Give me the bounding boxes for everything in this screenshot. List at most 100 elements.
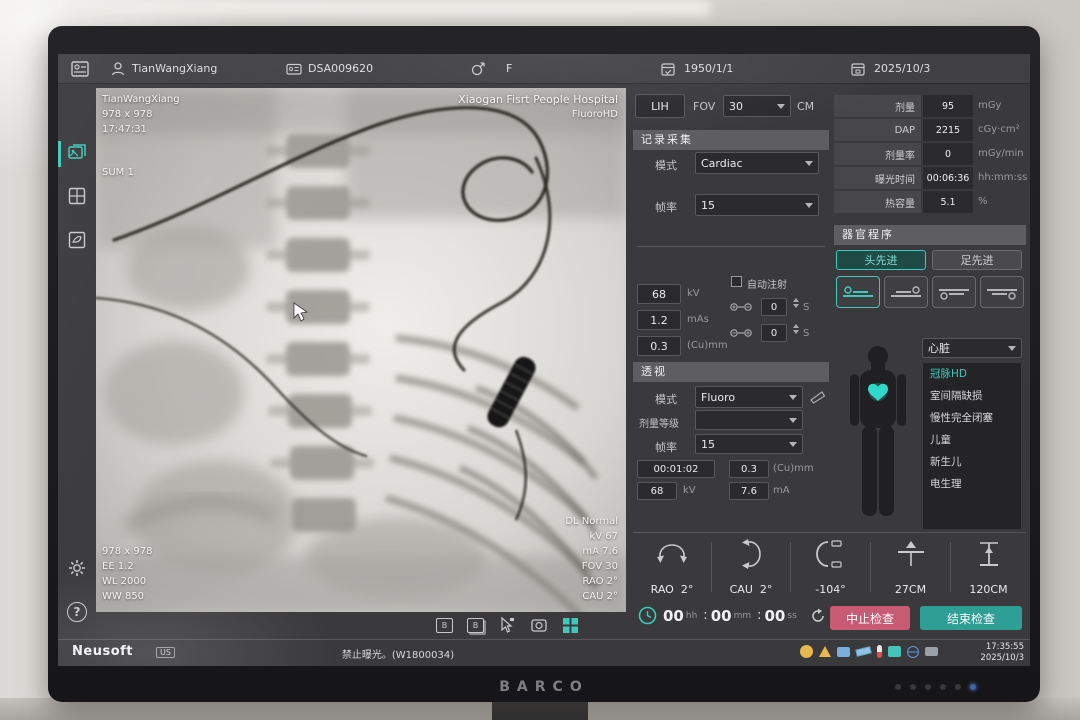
position-prone-head-left-button[interactable] (932, 276, 976, 308)
osd-button[interactable] (955, 684, 961, 690)
inject-unit-1: S (803, 302, 809, 313)
gear-icon[interactable] (67, 558, 87, 578)
gantry-value: 27CM (895, 583, 926, 596)
dose-row-label: 剂量率 (834, 143, 921, 165)
overlay-line: mA 7.6 (565, 544, 618, 559)
printer-icon[interactable] (837, 647, 850, 657)
dose-row-value: 2215 (923, 119, 973, 141)
dose-row-label: DAP (834, 119, 921, 141)
store-loop-icon[interactable]: B (467, 618, 484, 633)
program-item[interactable]: 新生儿 (923, 451, 1021, 473)
program-item[interactable]: 慢性完全闭塞 (923, 407, 1021, 429)
dose-row-unit: hh:mm:ss (978, 172, 1027, 183)
abort-exam-button[interactable]: 中止检查 (830, 606, 910, 630)
lih-button[interactable]: LIH (635, 94, 685, 118)
gantry-value: 2° (760, 583, 773, 596)
study-id-icon (286, 61, 302, 77)
position-supine-head-left-button[interactable] (836, 276, 880, 308)
fov-select[interactable]: 30 (723, 95, 791, 117)
gantry-value: 120CM (969, 583, 1007, 596)
injector-a-icon (729, 300, 755, 314)
inject-delay-2[interactable]: 0 (761, 324, 787, 342)
fluoro-image-viewport[interactable]: TianWangXiang 978 x 978 17:47:31 SUM 1 X… (96, 88, 626, 612)
chevron-down-icon (789, 442, 797, 447)
table-column-icon (972, 538, 1006, 570)
workstation-icon[interactable] (925, 647, 938, 656)
help-icon[interactable]: ? (67, 602, 87, 622)
auto-inject-checkbox[interactable] (731, 276, 742, 287)
inject-delay-1[interactable]: 0 (761, 298, 787, 316)
position-prone-head-right-button[interactable] (980, 276, 1024, 308)
overlay-line: TianWangXiang (102, 92, 180, 107)
layers-icon[interactable] (888, 646, 901, 657)
c-arm-cau-icon (734, 538, 768, 570)
organ-select[interactable]: 心脏 (922, 338, 1022, 358)
fluoro-filter-unit: (Cu)mm (773, 463, 814, 474)
postprocess-tab-icon[interactable] (67, 230, 87, 250)
monitor-osd-buttons[interactable] (895, 684, 976, 690)
chevron-down-icon (789, 395, 797, 400)
fluoro-fps-select[interactable]: 15 (695, 434, 803, 454)
snapshot-icon[interactable] (530, 616, 548, 634)
table-height-cell: 27CM (871, 534, 950, 600)
program-item[interactable]: 儿童 (923, 429, 1021, 451)
dose-level-label: 剂量等级 (639, 415, 679, 430)
record-filter-unit: (Cu)mm (687, 340, 728, 351)
worklist-icon[interactable] (70, 59, 90, 79)
pointer-tool-icon[interactable] (498, 616, 516, 634)
fluoro-mode-label: 模式 (655, 391, 677, 407)
system-tray (800, 645, 938, 658)
language-indicator[interactable]: US (156, 647, 175, 658)
fluoro-fps-label: 帧率 (655, 439, 677, 455)
osd-button[interactable] (925, 684, 931, 690)
spinner-1[interactable] (793, 298, 799, 308)
record-mode-select[interactable]: Cardiac (695, 152, 819, 174)
fluoro-section-header: 透视 (633, 362, 829, 382)
program-item[interactable]: 冠脉HD (923, 363, 1021, 385)
layout-grid-icon[interactable] (562, 617, 579, 634)
c-arm-rotation-icon (815, 538, 847, 570)
record-mode-label: 模式 (655, 157, 677, 173)
store-image-icon[interactable]: B (436, 618, 453, 633)
feet-first-button[interactable]: 足先进 (932, 250, 1022, 270)
dose-level-select[interactable] (695, 410, 803, 430)
images-tab-icon[interactable] (67, 142, 87, 162)
head-first-button[interactable]: 头先进 (836, 250, 926, 270)
birthdate-calendar-icon (660, 61, 676, 77)
ruler-icon[interactable] (855, 646, 871, 656)
timer-hours: 00 (663, 607, 684, 625)
network-globe-icon[interactable] (907, 646, 919, 658)
layout-tab-icon[interactable] (67, 186, 87, 206)
thermometer-icon[interactable] (877, 645, 882, 658)
fluoro-kv-value: 68 (637, 482, 677, 500)
body-map[interactable] (838, 342, 918, 532)
overlay-line: FOV 30 (565, 559, 618, 574)
overlay-line: kV 67 (565, 529, 618, 544)
dose-row-value: 95 (923, 95, 973, 117)
fluoro-mode-select[interactable]: Fluoro (695, 386, 803, 408)
osd-button[interactable] (940, 684, 946, 690)
spinner-2[interactable] (793, 324, 799, 334)
study-date-calendar-icon (850, 61, 866, 77)
program-item[interactable]: 室间隔缺损 (923, 385, 1021, 407)
fluoro-ma-value: 7.6 (729, 482, 769, 500)
overlay-line: WW 850 (102, 589, 152, 604)
program-item[interactable]: 电生理 (923, 473, 1021, 495)
osd-button[interactable] (910, 684, 916, 690)
timer-reset-icon[interactable] (810, 608, 826, 624)
brightness-icon[interactable] (800, 645, 813, 658)
record-kv-value: 68 (637, 284, 681, 304)
fluoro-ma-unit: mA (773, 485, 790, 496)
osd-button[interactable] (895, 684, 901, 690)
record-fps-select[interactable]: 15 (695, 194, 819, 216)
record-fps-label: 帧率 (655, 199, 677, 215)
position-supine-head-right-button[interactable] (884, 276, 928, 308)
system-time: 17:35:55 (980, 642, 1024, 653)
system-clock: 17:35:55 2025/10/3 (980, 642, 1024, 664)
dose-row-value: 00:06:36 (923, 167, 973, 189)
end-exam-button[interactable]: 结束检查 (920, 606, 1022, 630)
warning-icon[interactable] (819, 646, 831, 657)
c-arm-rao-icon (655, 538, 689, 570)
fluoro-fps-value: 15 (701, 438, 715, 451)
fov-unit: CM (797, 100, 814, 113)
